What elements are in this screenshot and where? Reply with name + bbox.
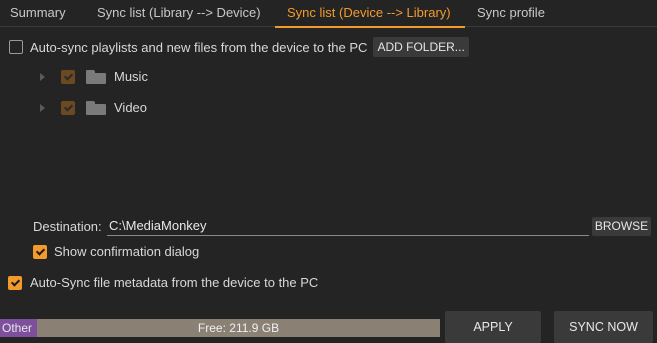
show-confirmation-row: Show confirmation dialog — [33, 244, 199, 259]
sync-now-button[interactable]: SYNC NOW — [554, 311, 653, 343]
browse-button[interactable]: BROWSE — [592, 217, 651, 236]
folder-icon — [86, 69, 106, 84]
metadata-sync-checkbox[interactable] — [8, 275, 22, 290]
folder-checkbox-music[interactable] — [61, 69, 75, 84]
auto-sync-label: Auto-sync playlists and new files from t… — [30, 39, 368, 55]
folder-row-music: Music — [40, 69, 148, 84]
expand-arrow-icon[interactable] — [40, 103, 45, 112]
auto-sync-row: Auto-sync playlists and new files from t… — [9, 37, 469, 57]
storage-other-segment: Other — [0, 319, 37, 337]
metadata-sync-row: Auto-Sync file metadata from the device … — [8, 275, 318, 290]
add-folder-button[interactable]: ADD FOLDER... — [373, 37, 469, 57]
tab-summary[interactable]: Summary — [10, 0, 66, 27]
show-confirmation-label: Show confirmation dialog — [54, 244, 200, 259]
tab-sync-device-to-library[interactable]: Sync list (Device --> Library) — [275, 0, 465, 28]
folder-label-music: Music — [114, 69, 148, 84]
storage-free-label: Free: 211.9 GB — [197, 321, 280, 335]
tab-bar: Summary Sync list (Library --> Device) S… — [0, 0, 657, 28]
storage-usage-bar: Other Free: 211.9 GB — [0, 319, 440, 337]
metadata-sync-label: Auto-Sync file metadata from the device … — [30, 275, 319, 290]
folder-checkbox-video[interactable] — [61, 100, 75, 115]
tab-sync-library-to-device[interactable]: Sync list (Library --> Device) — [97, 0, 261, 27]
folder-icon — [86, 100, 106, 115]
show-confirmation-checkbox[interactable] — [33, 244, 47, 259]
destination-label: Destination: — [33, 219, 102, 234]
folder-row-video: Video — [40, 100, 147, 115]
expand-arrow-icon[interactable] — [40, 72, 45, 81]
auto-sync-checkbox[interactable] — [9, 40, 23, 54]
folder-label-video: Video — [114, 100, 148, 115]
apply-button[interactable]: APPLY — [445, 311, 541, 343]
tab-sync-profile[interactable]: Sync profile — [477, 0, 545, 27]
destination-input[interactable] — [107, 216, 589, 236]
